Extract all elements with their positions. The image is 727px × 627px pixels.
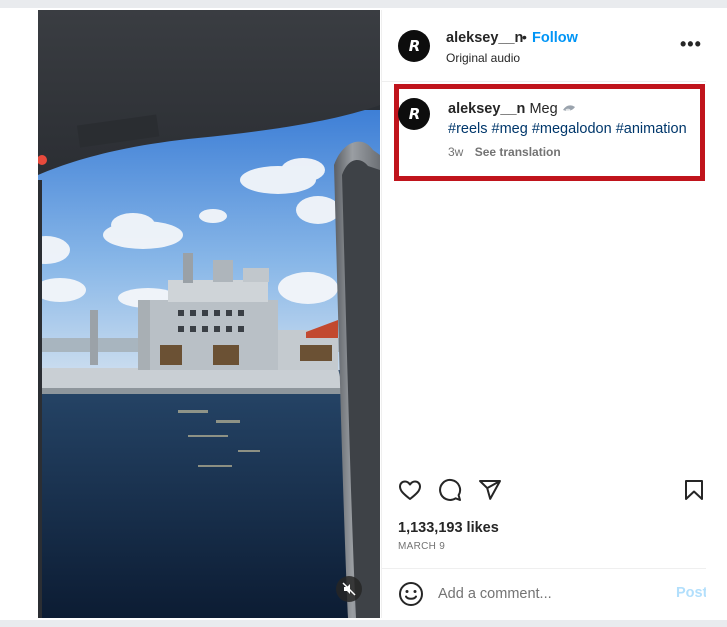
caption-timestamp[interactable]: 3w — [448, 145, 463, 159]
comment-icon — [439, 478, 462, 501]
follow-button[interactable]: Follow — [532, 30, 578, 46]
heart-icon — [399, 480, 421, 500]
likes-count[interactable]: 1,133,193 likes — [398, 520, 499, 536]
hashtag-link[interactable]: #animation — [616, 121, 687, 137]
hashtag-link[interactable]: #megalodon — [532, 121, 612, 137]
muted-speaker-icon — [342, 582, 356, 596]
video-frame-illustration — [38, 10, 380, 618]
avatar-logo-text: R — [408, 105, 421, 123]
post-header: R aleksey__n • Follow Original audio ••• — [382, 10, 707, 82]
post-caption: R aleksey__n Meg #reels #meg #megalodon … — [382, 82, 707, 182]
caption-hashtags: #reels #meg #megalodon #animation — [448, 121, 687, 137]
smiley-icon — [399, 582, 423, 606]
avatar-logo-text: R — [408, 37, 421, 55]
post-date[interactable]: MARCH 9 — [398, 541, 445, 552]
reel-video[interactable] — [38, 10, 380, 618]
caption-username[interactable]: aleksey__n — [448, 101, 525, 117]
share-button[interactable] — [476, 476, 504, 504]
shark-emoji-icon — [562, 105, 575, 112]
comment-composer: Post — [382, 568, 707, 618]
caption-line: aleksey__n Meg — [448, 101, 576, 117]
caption-author-avatar[interactable]: R — [398, 98, 430, 130]
author-avatar[interactable]: R — [398, 30, 430, 62]
hashtag-link[interactable]: #reels — [448, 121, 488, 137]
caption-text: Meg — [529, 101, 558, 117]
post-comment-button[interactable]: Post — [676, 585, 707, 601]
page-scrollbar[interactable] — [706, 10, 727, 618]
like-button[interactable] — [396, 476, 424, 504]
mute-toggle-button[interactable] — [336, 576, 362, 602]
post-details-panel: R aleksey__n • Follow Original audio •••… — [381, 10, 707, 618]
hashtag-link[interactable]: #meg — [492, 121, 528, 137]
caption-meta: 3w See translation — [448, 145, 561, 159]
audio-label[interactable]: Original audio — [446, 51, 520, 65]
emoji-picker-button[interactable] — [398, 581, 424, 607]
comment-button[interactable] — [436, 476, 464, 504]
header-separator: • — [522, 29, 527, 45]
see-translation-link[interactable]: See translation — [475, 145, 561, 159]
author-username[interactable]: aleksey__n — [446, 30, 523, 46]
more-options-icon[interactable]: ••• — [680, 34, 702, 55]
share-icon — [479, 480, 501, 500]
save-button[interactable] — [680, 476, 708, 504]
action-bar — [382, 476, 707, 506]
comment-input[interactable] — [438, 583, 658, 605]
bookmark-icon — [685, 480, 703, 500]
